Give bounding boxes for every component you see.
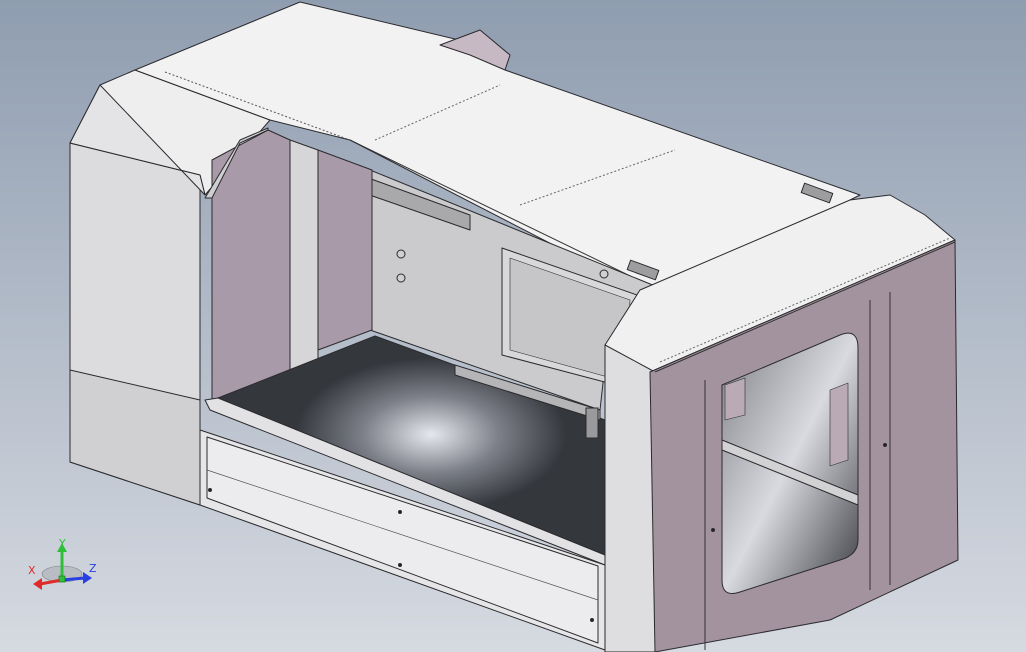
wall-hole (396, 249, 406, 259)
triad-origin (58, 575, 66, 583)
wall-hole (599, 269, 609, 279)
tool-holder (585, 407, 599, 439)
triad-x-label: X (28, 564, 36, 577)
right-window-slot (724, 377, 746, 421)
bolt (208, 488, 212, 492)
bolt (398, 510, 402, 514)
right-end-front-face (604, 344, 656, 652)
right-window-slot (829, 382, 849, 467)
bolt (398, 563, 402, 567)
cad-3d-viewport[interactable]: X Y Z (0, 0, 1026, 652)
triad-y-label: Y (58, 537, 66, 550)
triad-z-axis (61, 576, 86, 582)
left-side-panel (317, 149, 373, 351)
left-pillar (289, 139, 319, 371)
wall-hole (396, 273, 406, 283)
bolt (590, 618, 594, 622)
bolt (883, 443, 887, 447)
bolt (711, 528, 715, 532)
triad-z-label: Z (89, 562, 97, 575)
